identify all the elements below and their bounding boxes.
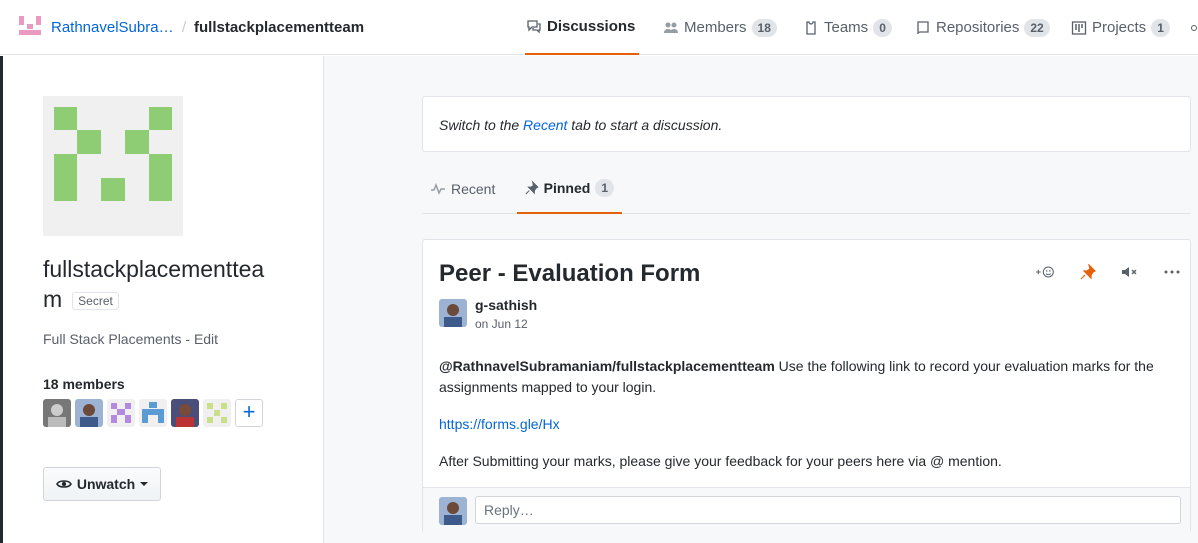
members-count-label[interactable]: 18 members	[43, 376, 125, 392]
reply-bar	[423, 487, 1190, 533]
discussions-main: Switch to the Recent tab to start a disc…	[324, 56, 1198, 543]
caret-down-icon	[140, 482, 149, 486]
repo-icon	[917, 20, 929, 34]
secret-badge: Secret	[72, 291, 119, 310]
tab-pinned-label: Pinned	[543, 180, 591, 196]
tab-pinned[interactable]: Pinned 1	[517, 164, 622, 214]
avatar[interactable]	[439, 299, 467, 327]
notice-prefix: Switch to the	[439, 117, 524, 133]
org-avatar-icon[interactable]	[19, 16, 41, 38]
discussion-subtabs: Recent Pinned 1	[422, 164, 1191, 214]
body-paragraph-3: After Submitting your marks, please give…	[439, 453, 1002, 469]
tab-discussions[interactable]: Discussions	[525, 0, 639, 55]
members-count-badge: 18	[751, 18, 777, 37]
start-discussion-notice: Switch to the Recent tab to start a disc…	[422, 96, 1191, 152]
tab-recent-label: Recent	[451, 181, 496, 197]
comment-discussion-icon	[527, 19, 541, 34]
discussion-body: @RathnavelSubramaniam/fullstackplacement…	[439, 356, 1184, 488]
pinned-count-badge: 1	[595, 179, 614, 197]
people-icon	[664, 22, 678, 33]
team-title: fullstackplacementteam Secret	[43, 254, 283, 314]
avatar[interactable]	[107, 399, 135, 427]
pin-icon[interactable]	[1078, 262, 1098, 282]
reply-input[interactable]	[475, 496, 1181, 524]
project-icon	[1071, 20, 1087, 35]
team-header: RathnavelSubra… / fullstackplacementteam…	[0, 0, 1198, 55]
breadcrumb-separator: /	[182, 19, 187, 36]
team-description: Full Stack Placements - Edit	[43, 331, 219, 347]
tab-teams-label: Teams	[824, 19, 869, 36]
avatar[interactable]	[171, 399, 199, 427]
projects-count-badge: 1	[1151, 18, 1170, 37]
notice-suffix: tab to start a discussion.	[567, 117, 723, 133]
gear-icon[interactable]	[1190, 0, 1198, 55]
tab-members-label: Members	[684, 19, 747, 36]
tab-repositories-label: Repositories	[936, 19, 1020, 36]
tab-projects-label: Projects	[1092, 19, 1147, 36]
team-mention[interactable]: @RathnavelSubramaniam/fullstackplacement…	[439, 358, 775, 374]
avatar[interactable]	[139, 399, 167, 427]
team-sidebar: fullstackplacementteam Secret Full Stack …	[0, 56, 324, 543]
post-date[interactable]: on Jun 12	[475, 317, 528, 331]
mute-icon[interactable]	[1120, 262, 1140, 282]
tab-teams[interactable]: Teams 0	[803, 0, 892, 55]
recent-tab-link[interactable]: Recent	[523, 117, 567, 133]
avatar[interactable]	[75, 399, 103, 427]
unwatch-label: Unwatch	[76, 476, 136, 492]
breadcrumb-team-name[interactable]: fullstackplacementteam	[194, 19, 364, 36]
tab-projects[interactable]: Projects 1	[1071, 0, 1170, 55]
avatar[interactable]	[43, 399, 71, 427]
jersey-icon	[806, 20, 816, 35]
teams-count-badge: 0	[873, 18, 892, 37]
discussion-title[interactable]: Peer - Evaluation Form	[439, 260, 700, 288]
add-reaction-icon[interactable]	[1036, 262, 1056, 282]
team-avatar	[43, 96, 183, 236]
author-link[interactable]: g-sathish	[475, 297, 537, 313]
repositories-count-badge: 22	[1024, 18, 1050, 37]
form-link[interactable]: https://forms.gle/Hx	[439, 416, 560, 432]
pulse-icon	[431, 182, 445, 195]
tab-discussions-label: Discussions	[547, 18, 636, 35]
unwatch-button[interactable]: Unwatch	[43, 467, 161, 501]
tab-recent[interactable]: Recent	[422, 164, 503, 214]
avatar[interactable]	[203, 399, 231, 427]
breadcrumb-org-link[interactable]: RathnavelSubra…	[51, 19, 174, 36]
body-paragraph-1: @RathnavelSubramaniam/fullstackplacement…	[439, 356, 1184, 398]
tab-members[interactable]: Members 18	[663, 0, 777, 55]
kebab-menu-icon[interactable]	[1162, 262, 1182, 282]
pin-icon	[525, 180, 539, 195]
add-member-button[interactable]: +	[235, 399, 263, 427]
body-paragraph-2: https://forms.gle/Hx	[439, 414, 1184, 435]
discussion-card: Peer - Evaluation Form g-sathish on Jun …	[422, 239, 1191, 533]
avatar	[439, 497, 467, 525]
discussion-actions	[1036, 262, 1182, 282]
member-avatar-list: +	[43, 399, 263, 427]
tab-repositories[interactable]: Repositories 22	[915, 0, 1050, 55]
team-identicon-icon	[54, 107, 172, 201]
eye-icon	[55, 480, 72, 488]
